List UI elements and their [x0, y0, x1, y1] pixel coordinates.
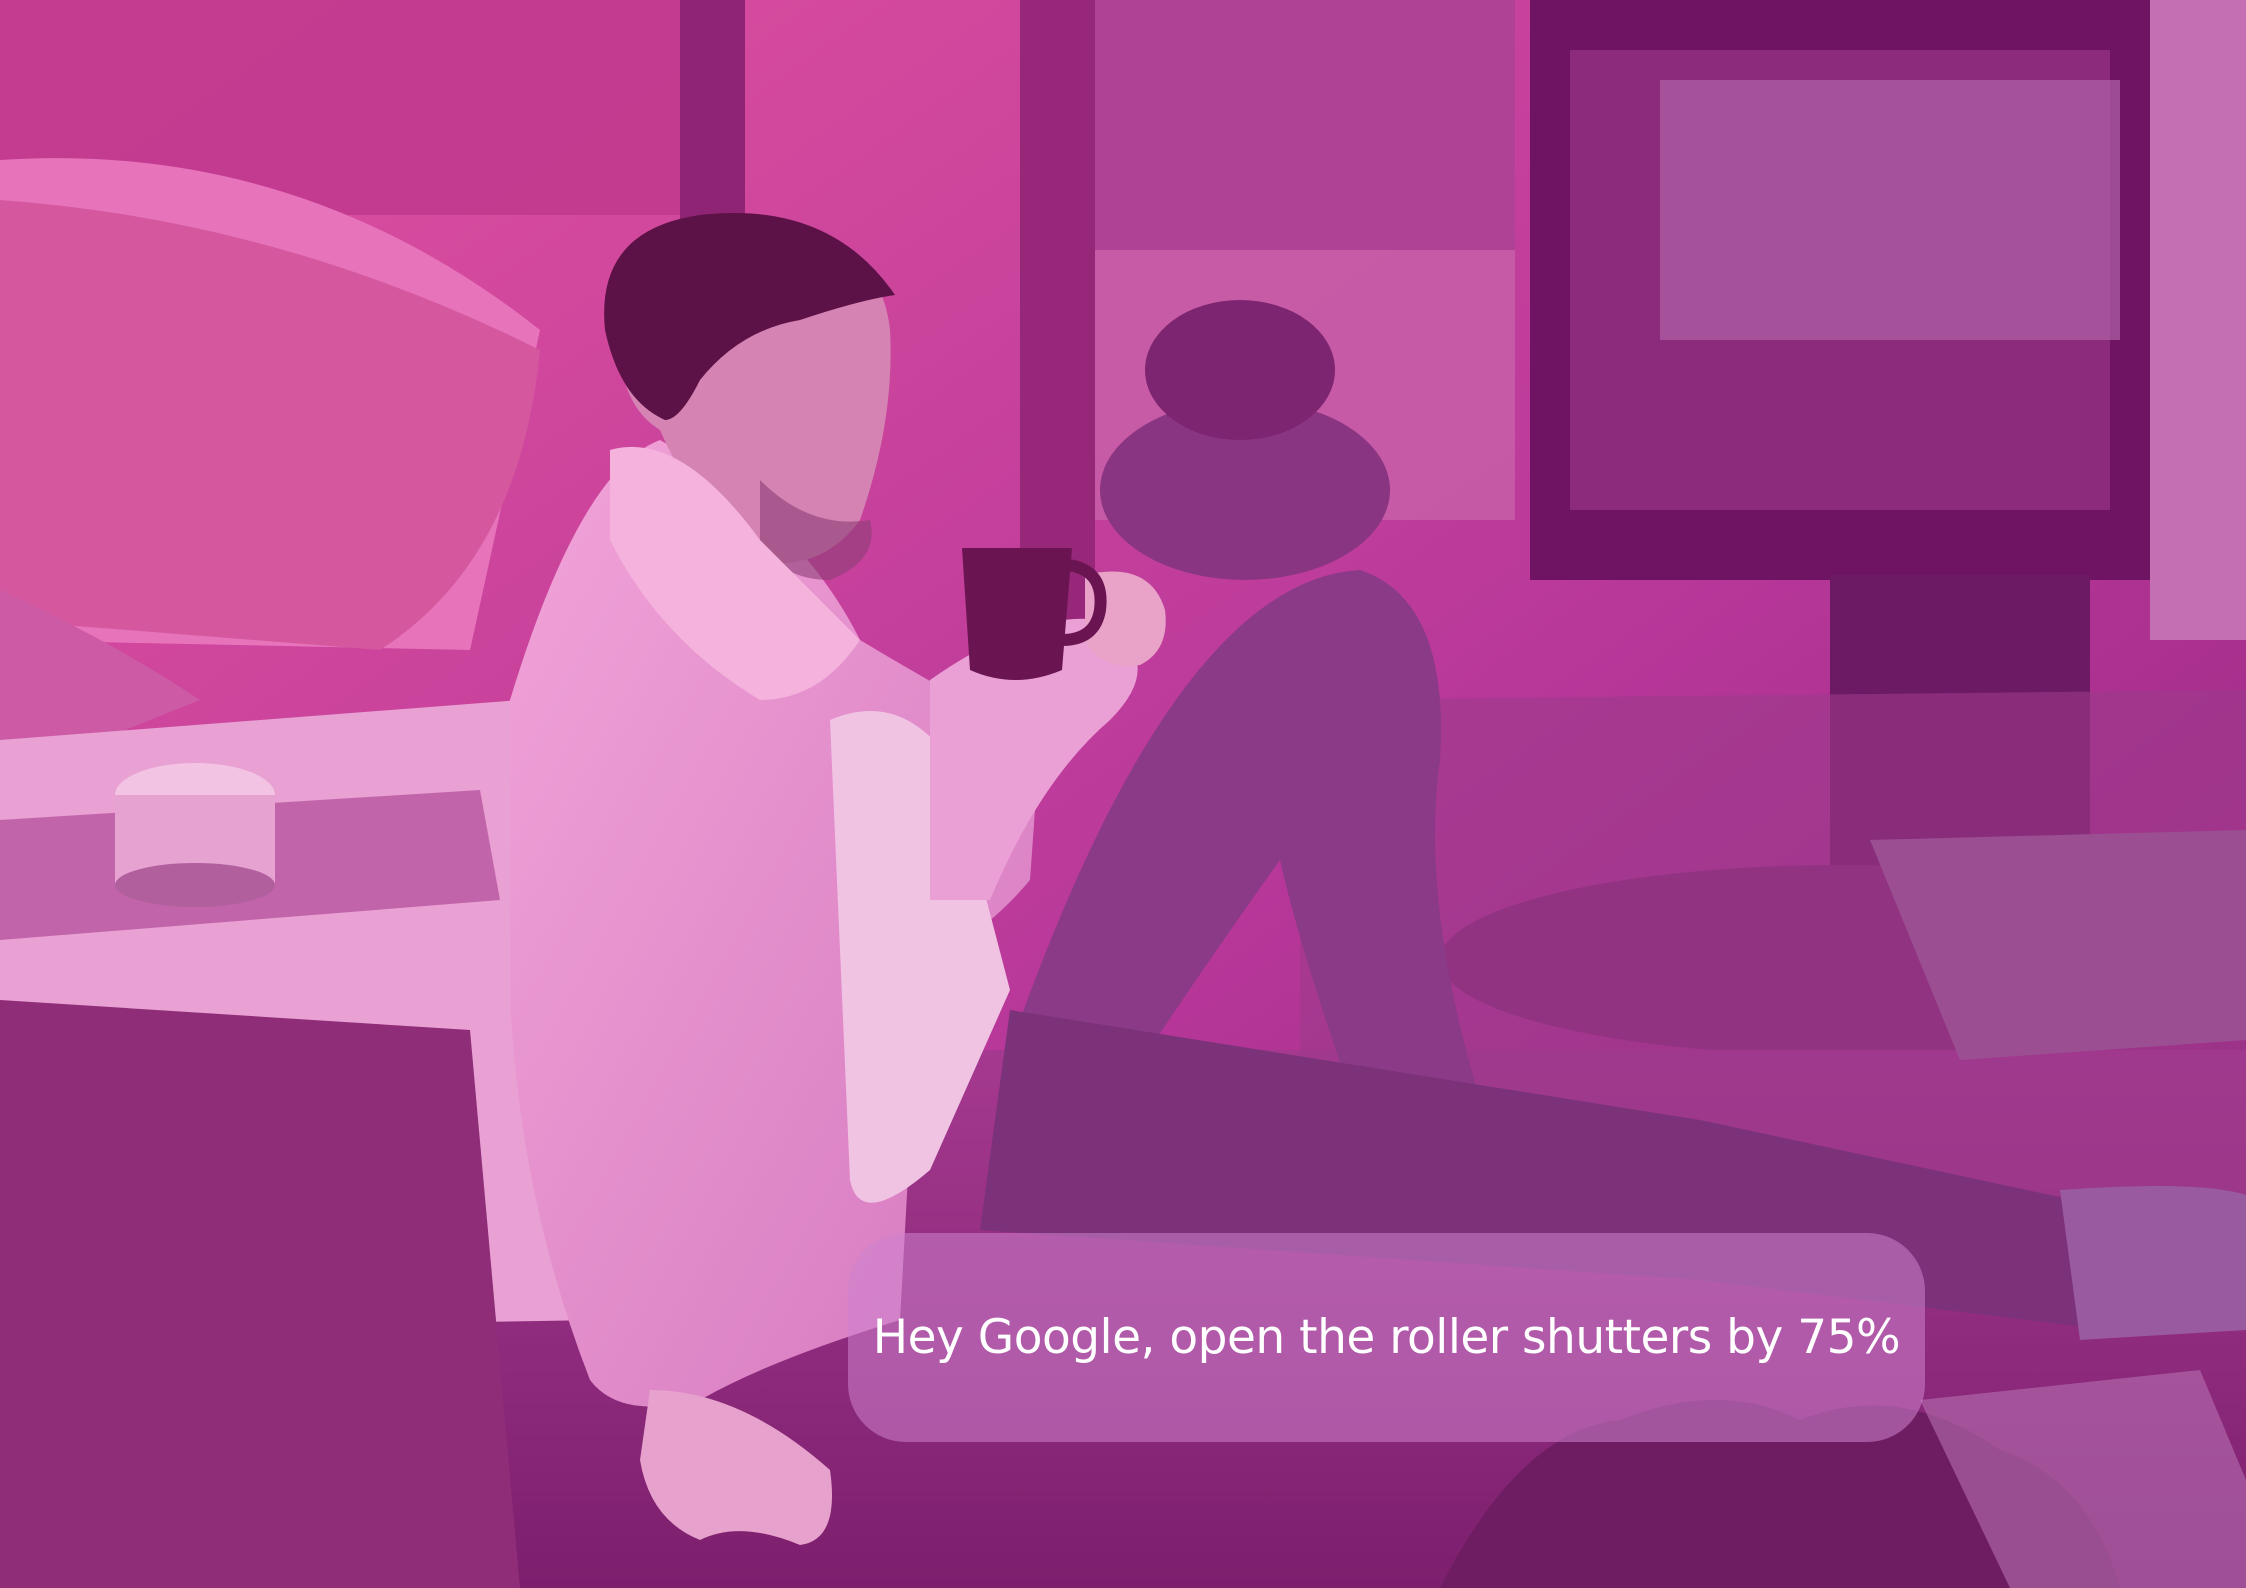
smart-speaker-base	[115, 863, 275, 907]
fireplace-fire	[1660, 80, 2120, 340]
man-sock	[2060, 1186, 2246, 1340]
voice-command-text: Hey Google, open the roller shutters by …	[872, 1310, 1901, 1365]
voice-command-bubble: Hey Google, open the roller shutters by …	[848, 1233, 1925, 1442]
window-shutter	[1095, 0, 1515, 250]
side-wall	[2150, 0, 2246, 640]
coffee-mug	[962, 548, 1072, 680]
hero-photo: Hey Google, open the roller shutters by …	[0, 0, 2246, 1588]
plant-leaves	[1145, 300, 1335, 440]
window-frame	[1020, 0, 1095, 620]
bed-base	[0, 1000, 520, 1588]
